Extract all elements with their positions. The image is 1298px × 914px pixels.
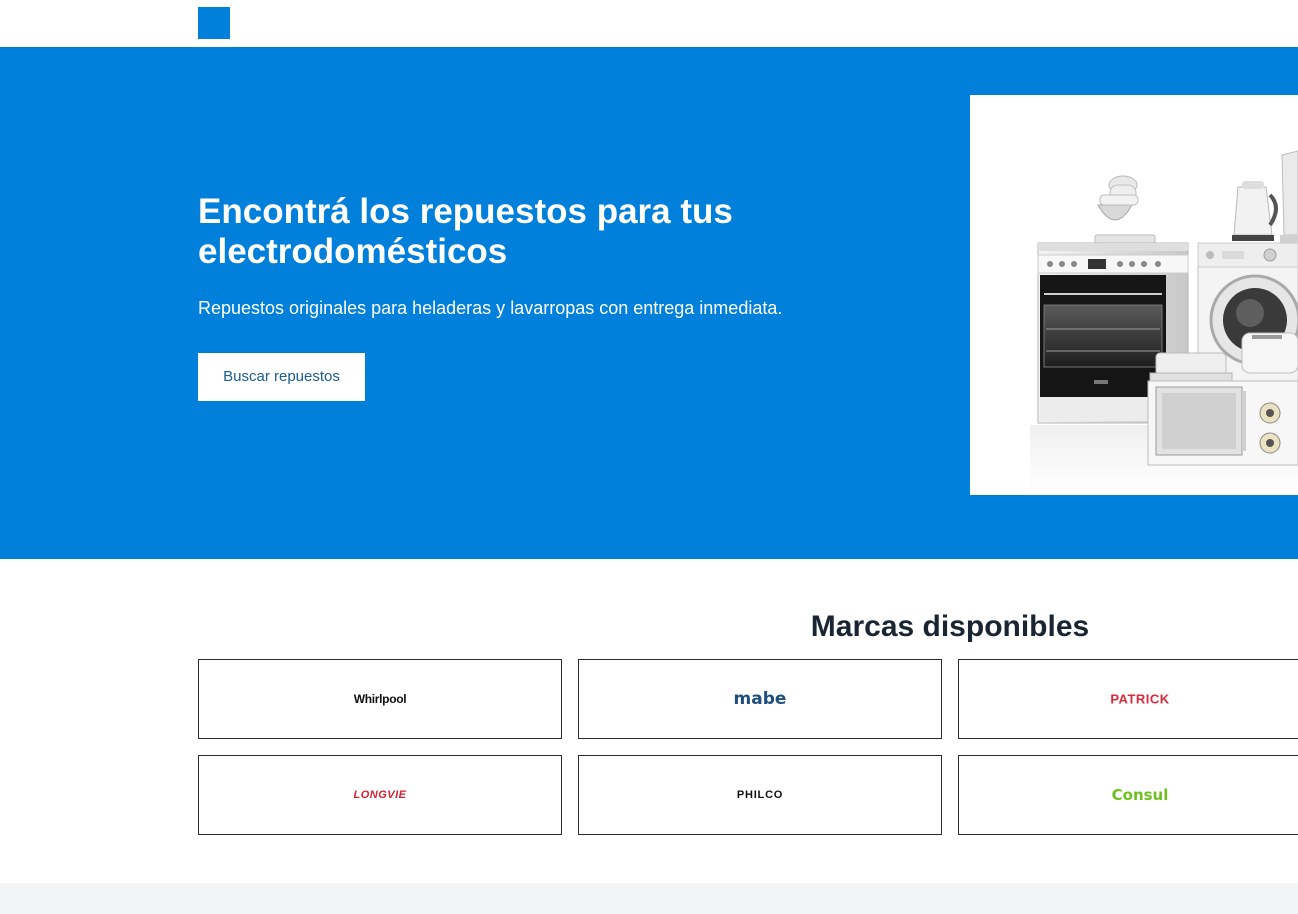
top-header: [0, 0, 1298, 47]
hero-subtitle: Repuestos originales para heladeras y la…: [198, 298, 783, 318]
hero-title: Encontrá los repuestos para tus electrod…: [198, 192, 733, 271]
mabe-logo: mabe: [733, 689, 787, 709]
brand-card-patrick[interactable]: PATRICK: [958, 659, 1298, 739]
appliances-image: [970, 95, 1298, 495]
patrick-logo: PATRICK: [1110, 691, 1170, 707]
brand-card-philco[interactable]: PHILCO: [578, 755, 942, 835]
philco-logo: PHILCO: [736, 789, 784, 801]
brand-card-mabe[interactable]: mabe: [578, 659, 942, 739]
consul-logo: Consul: [1111, 786, 1169, 804]
site-logo[interactable]: [198, 7, 230, 39]
search-parts-button[interactable]: Buscar repuestos: [198, 353, 365, 401]
brands-title: Marcas disponibles: [810, 610, 1090, 643]
brand-card-whirlpool[interactable]: Whirlpool: [198, 659, 562, 739]
hero-section: Encontrá los repuestos para tus electrod…: [0, 47, 1298, 559]
longvie-logo: LONGVIE: [353, 789, 407, 801]
brand-card-longvie[interactable]: LONGVIE: [198, 755, 562, 835]
whirlpool-logo: Whirlpool: [353, 692, 407, 706]
brand-card-consul[interactable]: Consul: [958, 755, 1298, 835]
footer-band: [0, 883, 1298, 914]
